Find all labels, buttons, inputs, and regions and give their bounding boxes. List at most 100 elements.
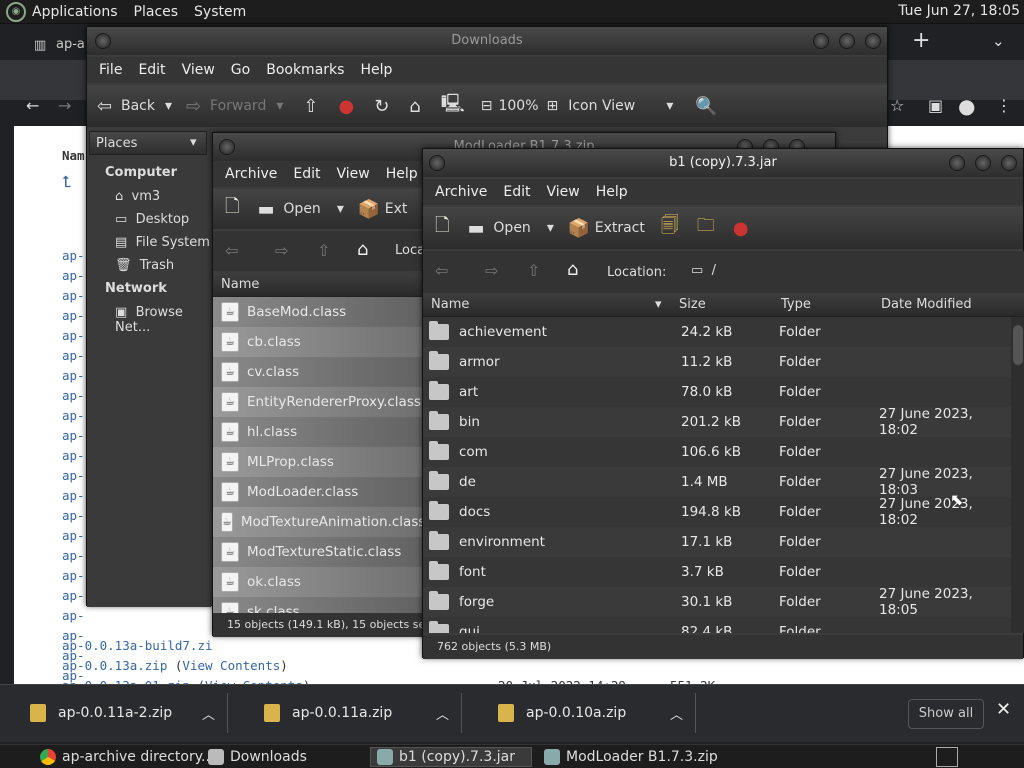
list-item[interactable]: ☕ cv.class [213, 357, 423, 387]
show-all-button[interactable]: Show all [908, 699, 984, 729]
browser-menu-icon[interactable]: ⋮ [996, 96, 1012, 115]
listing-link[interactable]: ap- [62, 608, 85, 623]
jar-open-button[interactable]: ▬ Open [467, 218, 530, 239]
listing-header-name[interactable]: Nam [62, 148, 85, 163]
table-row[interactable]: armor 11.2 kB Folder [423, 347, 1011, 377]
listing-link[interactable]: ap- [62, 388, 85, 403]
list-item[interactable]: ☕ ok.class [213, 567, 423, 597]
listing-link[interactable]: ap- [62, 268, 85, 283]
list-item[interactable]: ☕ ModTextureAnimation.class [213, 507, 423, 537]
download-item[interactable]: ap-0.0.11a-2.zip ︿ [0, 693, 228, 733]
add-files-button[interactable]: 🗐 [661, 213, 679, 243]
jar-menu-edit[interactable]: Edit [503, 184, 530, 200]
view-mode-select[interactable]: Icon View ▾ [568, 98, 673, 114]
jar-close-button[interactable] [1001, 155, 1017, 171]
jar-location-field[interactable]: ▭ / [691, 263, 716, 278]
add-folder-button[interactable]: 🗀 [697, 213, 715, 243]
sidepanel-icon[interactable]: ▣ [928, 96, 943, 115]
modloader-menu-view[interactable]: View [337, 166, 370, 182]
listing-link[interactable]: ap- [62, 588, 85, 603]
download-item[interactable]: ap-0.0.11a.zip ︿ [234, 693, 462, 733]
listing-link[interactable]: ap- [62, 528, 85, 543]
close-download-bar-icon[interactable]: ✕ [996, 699, 1011, 720]
zoom-level[interactable]: 100% [498, 98, 538, 114]
sidebar-item-filesystem[interactable]: ▤ File System [115, 235, 210, 250]
jar-scrollbar[interactable] [1011, 317, 1024, 633]
close-button[interactable] [865, 33, 881, 49]
sidebar-item-vm3[interactable]: ⌂ vm3 [115, 189, 160, 204]
computer-button[interactable]: 🖳 [441, 91, 465, 121]
chevron-up-icon[interactable]: ︿ [670, 704, 683, 723]
chevron-up-icon[interactable]: ︿ [202, 704, 215, 723]
modloader-open-button[interactable]: ▬ Open [257, 199, 320, 220]
table-row[interactable]: forge 30.1 kB Folder 27 June 2023, 18:05 [423, 586, 1011, 618]
downloads-titlebar[interactable]: Downloads [87, 27, 887, 55]
jar-titlebar[interactable]: b1 (copy).7.3.jar [423, 149, 1023, 177]
list-item[interactable]: ☕ cb.class [213, 327, 423, 357]
sidebar-item-browse-network[interactable]: ▣ Browse Net... [115, 305, 211, 335]
jar-stop-button[interactable]: ● [733, 218, 749, 239]
listing-link[interactable]: ap- [62, 488, 85, 503]
bookmark-star-icon[interactable]: ☆ [890, 96, 904, 115]
listing-link[interactable]: ap- [62, 448, 85, 463]
listing-link[interactable]: ap- [62, 348, 85, 363]
listing-link[interactable]: ap- [62, 308, 85, 323]
jar-maximize-button[interactable] [975, 155, 991, 171]
browser-forward-icon[interactable]: → [58, 96, 71, 115]
listing-link[interactable]: ap- [62, 468, 85, 483]
listing-link[interactable]: ap- [62, 428, 85, 443]
stop-button[interactable]: ● [338, 96, 354, 117]
jar-menu-archive[interactable]: Archive [435, 184, 487, 200]
listing-link[interactable]: ap- [62, 548, 85, 563]
chevron-up-icon[interactable]: ︿ [436, 704, 449, 723]
reload-button[interactable]: ↻ [374, 96, 389, 117]
column-name[interactable]: Name [431, 293, 469, 317]
download-item[interactable]: ap-0.0.10a.zip ︿ [468, 693, 696, 733]
table-row[interactable]: font 3.7 kB Folder [423, 557, 1011, 587]
jar-forward-icon[interactable]: ⇨ [485, 261, 498, 280]
jar-open-dropdown[interactable]: ▾ [547, 220, 554, 236]
menu-system[interactable]: System [194, 4, 246, 20]
task-modloader-archive[interactable]: ModLoader B1.7.3.zip [538, 747, 724, 767]
modloader-open-dropdown[interactable]: ▾ [337, 201, 344, 217]
zoom-out-button[interactable]: ⊟ [481, 98, 493, 114]
jar-back-icon[interactable]: ⇦ [435, 261, 448, 280]
new-tab-icon[interactable]: + [912, 28, 930, 53]
sort-descending-icon[interactable]: ▾ [655, 293, 662, 317]
task-browser[interactable]: ap-archive directory... [34, 747, 220, 767]
forward-button[interactable]: ⇨ Forward [186, 96, 266, 117]
modloader-up-icon[interactable]: ⇧ [317, 241, 330, 260]
table-row[interactable]: art 78.0 kB Folder [423, 377, 1011, 407]
listing-link[interactable]: ap- [62, 568, 85, 583]
jar-new-button[interactable]: 🗋 [435, 213, 449, 243]
menu-applications[interactable]: Applications [32, 4, 118, 20]
modloader-menu-edit[interactable]: Edit [293, 166, 320, 182]
menu-bookmarks[interactable]: Bookmarks [266, 62, 344, 78]
minimize-button[interactable] [813, 33, 829, 49]
list-item[interactable]: ☕ ModLoader.class [213, 477, 423, 507]
table-row[interactable]: environment 17.1 kB Folder [423, 527, 1011, 557]
task-downloads[interactable]: Downloads [202, 747, 313, 767]
listing-link[interactable]: ap- [62, 508, 85, 523]
listing-file-link[interactable]: ap-0.0.13a-build7.zi [62, 638, 213, 653]
sidebar-item-desktop[interactable]: ▭ Desktop [115, 212, 189, 227]
gnome-foot-icon[interactable]: ◉ [6, 1, 26, 22]
modloader-extract-button[interactable]: 📦 Ext [358, 199, 408, 220]
places-selector[interactable]: Places ▾ [89, 131, 207, 155]
task-jar-archive[interactable]: b1 (copy).7.3.jar [370, 747, 532, 767]
listing-file-link[interactable]: ap-0.0.13a.zip [62, 658, 167, 673]
jar-home-icon[interactable]: ⌂ [567, 259, 578, 280]
zoom-in-button[interactable]: ⊞ [547, 98, 559, 114]
modloader-forward-icon[interactable]: ⇨ [275, 241, 288, 260]
modloader-home-icon[interactable]: ⌂ [357, 239, 368, 260]
table-row[interactable]: de 1.4 MB Folder 27 June 2023, 18:03 [423, 466, 1011, 498]
jar-up-icon[interactable]: ⇧ [527, 261, 540, 280]
sidebar-item-trash[interactable]: 🗑 Trash [115, 258, 174, 273]
listing-link[interactable]: ap- [62, 328, 85, 343]
back-button[interactable]: ⇦ Back [97, 96, 155, 117]
up-button[interactable]: ⇧ [303, 96, 318, 117]
table-row[interactable]: docs 194.8 kB Folder 27 June 2023, 18:02 [423, 496, 1011, 528]
listing-link[interactable]: ap- [62, 288, 85, 303]
parent-directory-icon[interactable]: ⮤ [62, 172, 71, 192]
profile-avatar-icon[interactable]: ● [958, 94, 975, 118]
